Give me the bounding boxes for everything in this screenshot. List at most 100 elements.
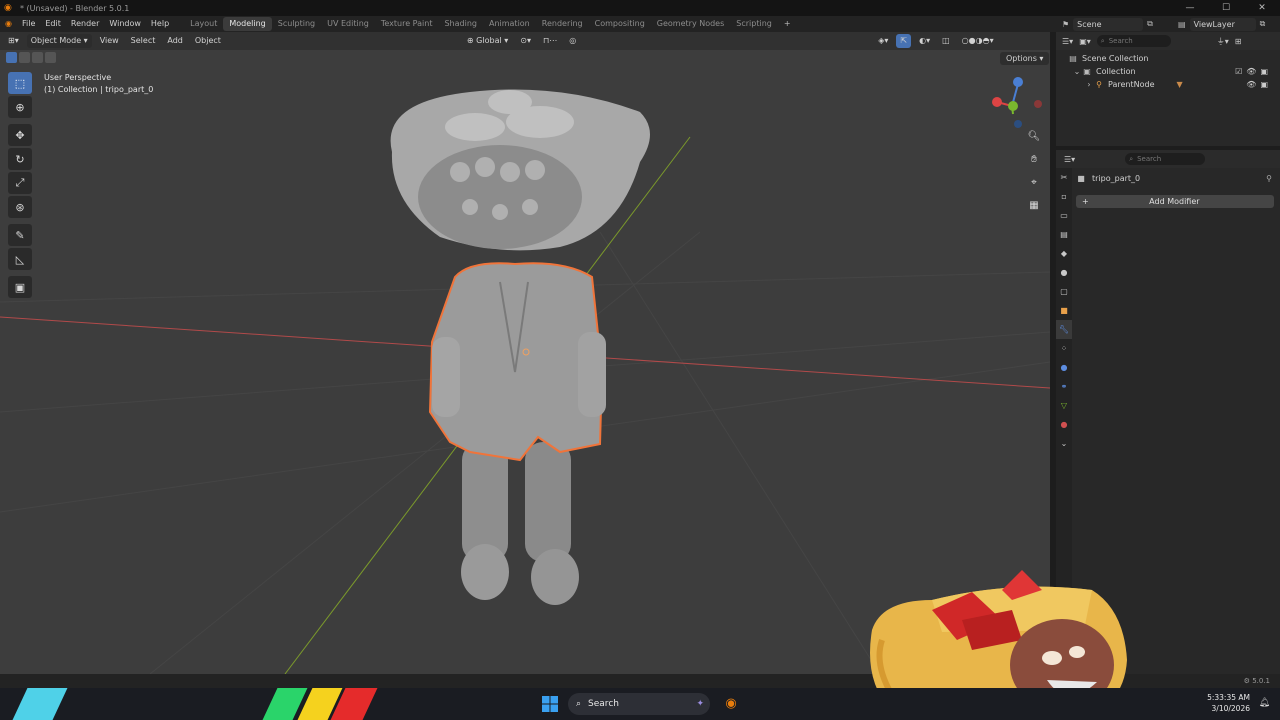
menu-help[interactable]: Help bbox=[146, 16, 174, 32]
system-clock[interactable]: 5:33:35 AM 3/10/2026 bbox=[1207, 692, 1250, 714]
pan-hand-icon[interactable]: ✋︎ bbox=[1025, 151, 1043, 169]
select-intersect-icon[interactable] bbox=[45, 52, 56, 63]
menu-window[interactable]: Window bbox=[104, 16, 146, 32]
material-icon[interactable]: ● bbox=[1056, 415, 1072, 434]
tab-uv-editing[interactable]: UV Editing bbox=[321, 17, 375, 31]
close-button[interactable]: ✕ bbox=[1244, 0, 1280, 16]
new-view-layer-icon[interactable]: ⧉ bbox=[1260, 19, 1266, 29]
physics-icon[interactable]: ● bbox=[1056, 358, 1072, 377]
add-cube-tool[interactable]: ▣ bbox=[8, 276, 32, 298]
menu-render[interactable]: Render bbox=[66, 16, 104, 32]
rotate-tool[interactable]: ↻ bbox=[8, 148, 32, 170]
transform-tool[interactable]: ⊛ bbox=[8, 196, 32, 218]
navigation-gizmo[interactable] bbox=[985, 74, 1045, 134]
scene-name-field[interactable]: Scene bbox=[1073, 17, 1144, 31]
taskbar-search-box[interactable]: ⌕ Search ✦ bbox=[568, 693, 710, 715]
blender-menu-icon[interactable]: ◉ bbox=[0, 16, 17, 32]
select-box-tool[interactable]: ⬚ bbox=[8, 72, 32, 94]
menu-object[interactable]: Object bbox=[191, 34, 225, 48]
view-layer-selector[interactable]: ▤ ViewLayer ⧉ bbox=[1178, 17, 1278, 31]
select-subtract-icon[interactable] bbox=[32, 52, 43, 63]
add-workspace-button[interactable]: + bbox=[778, 17, 797, 31]
tab-rendering[interactable]: Rendering bbox=[536, 17, 589, 31]
pivot-point-icon[interactable]: ⊙▾ bbox=[516, 34, 535, 48]
maximize-button[interactable]: ☐ bbox=[1208, 0, 1244, 16]
menu-edit[interactable]: Edit bbox=[40, 16, 66, 32]
transform-orientation-dropdown[interactable]: ⊕ Global ▾ bbox=[463, 34, 512, 48]
menu-add[interactable]: Add bbox=[163, 34, 187, 48]
tab-geometry-nodes[interactable]: Geometry Nodes bbox=[651, 17, 730, 31]
mode-selector[interactable]: Object Mode ▾ bbox=[26, 34, 92, 48]
editor-type-3d-icon[interactable]: ⊞▾ bbox=[4, 34, 23, 48]
render-icon[interactable]: ▫ bbox=[1056, 187, 1072, 206]
move-tool[interactable]: ✥ bbox=[8, 124, 32, 146]
add-modifier-button[interactable]: + Add Modifier bbox=[1076, 195, 1274, 208]
tab-animation[interactable]: Animation bbox=[483, 17, 536, 31]
tab-compositing[interactable]: Compositing bbox=[589, 17, 651, 31]
proportional-edit-icon[interactable]: ◎ bbox=[565, 34, 580, 48]
x-axis-gizmo-icon[interactable] bbox=[992, 97, 1002, 107]
particles-icon[interactable]: ⁘ bbox=[1056, 339, 1072, 358]
select-extend-icon[interactable] bbox=[19, 52, 30, 63]
options-dropdown[interactable]: Options ▾ bbox=[1000, 52, 1050, 65]
outliner-row-parentnode[interactable]: › ⚲ ParentNode ▼ 👁︎▣ bbox=[1056, 78, 1280, 91]
output-icon[interactable]: ▭ bbox=[1056, 206, 1072, 225]
collapse-arrow-icon[interactable]: › bbox=[1084, 80, 1094, 89]
scene-selector[interactable]: ⚑ Scene ⧉ bbox=[1062, 17, 1172, 31]
collection-tab-icon[interactable]: ▢ bbox=[1056, 282, 1072, 301]
constraints-icon[interactable]: ⚭ bbox=[1056, 377, 1072, 396]
parentnode-visibility-icons[interactable]: 👁︎▣ bbox=[1246, 80, 1272, 89]
gizmo-toggle-icon[interactable]: ⇱ bbox=[896, 34, 912, 48]
character-model[interactable] bbox=[390, 89, 650, 606]
cursor-tool[interactable]: ⊕ bbox=[8, 96, 32, 118]
properties-search-input[interactable]: ⌕ Search bbox=[1125, 153, 1206, 165]
world-icon[interactable]: ● bbox=[1056, 263, 1072, 282]
outliner-row-collection[interactable]: ⌄ ▣ Collection ☑👁︎▣ bbox=[1056, 65, 1280, 78]
scene-tab-icon[interactable]: ◆ bbox=[1056, 244, 1072, 263]
tab-layout[interactable]: Layout bbox=[184, 17, 223, 31]
menu-file[interactable]: File bbox=[17, 16, 40, 32]
display-mode-icon[interactable]: ▣▾ bbox=[1079, 37, 1091, 46]
minimize-button[interactable]: — bbox=[1172, 0, 1208, 16]
blender-taskbar-icon[interactable]: ◉ bbox=[722, 695, 740, 713]
tab-texture-paint[interactable]: Texture Paint bbox=[375, 17, 439, 31]
outliner-row-scene-collection[interactable]: ▤ Scene Collection bbox=[1056, 52, 1280, 65]
tab-shading[interactable]: Shading bbox=[438, 17, 483, 31]
windows-start-icon[interactable] bbox=[542, 696, 558, 712]
outliner-editor-icon[interactable]: ☰▾ bbox=[1062, 37, 1073, 46]
shading-modes[interactable]: ○●◑◓▾ bbox=[958, 34, 998, 48]
z-axis-gizmo-icon[interactable] bbox=[1013, 77, 1023, 87]
wrench-modifier-icon[interactable]: 🔧︎ bbox=[1056, 320, 1072, 339]
annotate-tool[interactable]: ✎ bbox=[8, 224, 32, 246]
outliner-search-input[interactable]: ⌕ Search bbox=[1096, 35, 1171, 47]
properties-editor-icon[interactable]: ☰▾ bbox=[1064, 155, 1075, 164]
texture-icon[interactable]: ⌄ bbox=[1056, 434, 1072, 453]
perspective-toggle-icon[interactable]: ▦ bbox=[1025, 197, 1043, 215]
new-collection-icon[interactable]: ⊞ bbox=[1235, 37, 1242, 46]
y-axis-gizmo-icon[interactable] bbox=[1008, 101, 1018, 111]
tab-sculpting[interactable]: Sculpting bbox=[272, 17, 321, 31]
tab-modeling[interactable]: Modeling bbox=[223, 17, 272, 31]
xray-toggle-icon[interactable]: ◫ bbox=[938, 34, 954, 48]
camera-view-icon[interactable]: ⌖ bbox=[1025, 174, 1043, 192]
overlay-toggle-icon[interactable]: ◐▾ bbox=[915, 34, 934, 48]
zoom-icon[interactable]: 🔍︎ bbox=[1025, 128, 1043, 146]
measure-tool[interactable]: ◺ bbox=[8, 248, 32, 270]
collection-visibility-icons[interactable]: ☑👁︎▣ bbox=[1235, 67, 1272, 76]
notification-icon[interactable]: 🔔︎ bbox=[1259, 698, 1270, 708]
snap-icon[interactable]: ⊓⋯ bbox=[539, 34, 561, 48]
view-layer-tab-icon[interactable]: ▤ bbox=[1056, 225, 1072, 244]
object-tab-icon[interactable]: ■ bbox=[1056, 301, 1072, 320]
visibility-icon[interactable]: ◈▾ bbox=[874, 34, 892, 48]
expand-arrow-icon[interactable]: ⌄ bbox=[1072, 67, 1082, 76]
select-new-icon[interactable] bbox=[6, 52, 17, 63]
menu-select[interactable]: Select bbox=[127, 34, 160, 48]
tool-settings-icon[interactable]: ✂ bbox=[1056, 168, 1072, 187]
view-layer-name-field[interactable]: ViewLayer bbox=[1189, 17, 1256, 31]
new-scene-icon[interactable]: ⧉ bbox=[1147, 19, 1153, 29]
tab-scripting[interactable]: Scripting bbox=[730, 17, 778, 31]
menu-view[interactable]: View bbox=[96, 34, 123, 48]
filter-icon[interactable]: ⏚▾ bbox=[1217, 36, 1229, 47]
pin-icon[interactable]: ⚲ bbox=[1266, 174, 1272, 183]
scale-tool[interactable]: ⤢ bbox=[8, 172, 32, 194]
